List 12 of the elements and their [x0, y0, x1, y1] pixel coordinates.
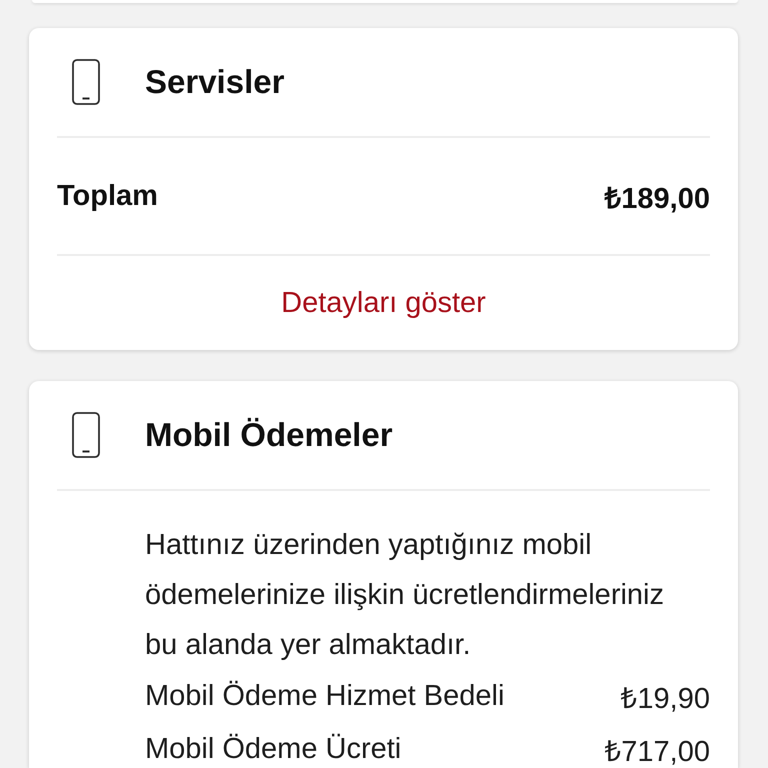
total-amount: ₺189,00: [604, 182, 710, 216]
phone-icon: [72, 412, 100, 458]
fee-label: Mobil Ödeme Ücreti: [145, 732, 402, 766]
description-text: Hattınız üzerinden yaptığınız mobil ödemelerinize ilişkin ücretlendirmeleriniz bu alanda yer almaktadır.: [145, 528, 665, 663]
phone-icon: [72, 59, 100, 105]
fee-amount: ₺19,90: [620, 682, 710, 716]
card-title: Mobil Ödemeler: [145, 416, 393, 454]
details-link[interactable]: Detayları göster: [281, 286, 486, 320]
fee-amount: ₺717,00: [604, 734, 710, 768]
card-title: Servisler: [145, 63, 284, 101]
total-label: Toplam: [57, 180, 158, 212]
fee-label: Mobil Ödeme Hizmet Bedeli: [145, 680, 504, 712]
